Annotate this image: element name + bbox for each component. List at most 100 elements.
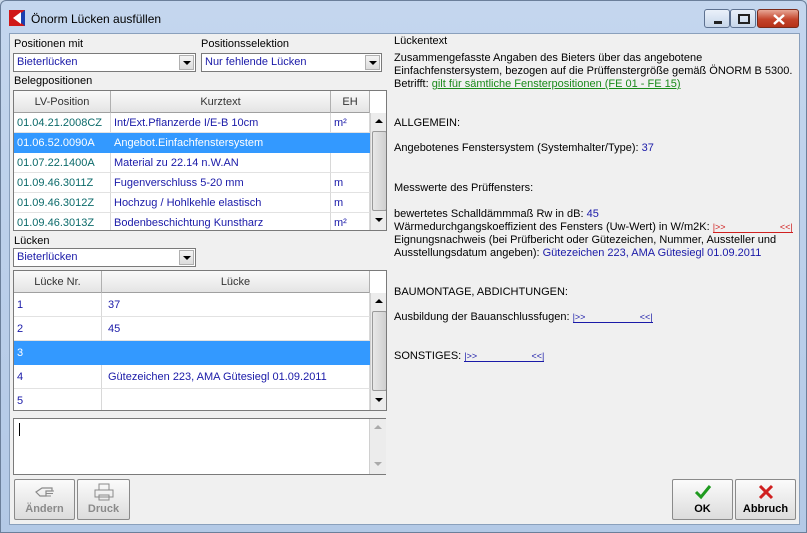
- schall-line: bewertetes Schalldämmmaß Rw in dB: 45: [394, 208, 599, 220]
- aendern-label: Ändern: [25, 503, 64, 515]
- uw-line: Wärmedurchgangskoeffizient des Fensters …: [394, 221, 793, 233]
- positionen-mit-select[interactable]: Bieterlücken: [13, 53, 196, 72]
- scroll-down-icon[interactable]: [371, 457, 386, 472]
- sonstiges-label: SONSTIGES:: [394, 350, 462, 362]
- uw-gap-field[interactable]: |>> <<|: [712, 222, 793, 233]
- lueckentext-heading: Lückentext: [394, 35, 448, 47]
- ok-label: OK: [694, 503, 711, 515]
- cell-luecke-nr: 5: [14, 389, 102, 410]
- maximize-button[interactable]: [730, 9, 756, 28]
- chevron-down-icon[interactable]: [179, 55, 194, 70]
- scroll-thumb[interactable]: [372, 131, 386, 211]
- cell-kurztext: Fugenverschluss 5-20 mm: [111, 173, 331, 193]
- sonstiges-gap-field[interactable]: |>> <<|: [464, 351, 545, 362]
- bauanschluss-line: Ausbildung der Bauanschlussfugen: |>> <<…: [394, 311, 653, 323]
- druck-button[interactable]: Druck: [77, 479, 130, 520]
- abbruch-label: Abbruch: [742, 503, 789, 515]
- gaps-table: Lücke Nr. Lücke 1 37 2 45 3 4 Gütezeiche…: [13, 270, 387, 411]
- intro-line-2: Einfachfenstersystem, bezogen auf die Pr…: [394, 65, 793, 77]
- gap-end-marker: <<|: [779, 222, 793, 232]
- gap-start-marker: |>>: [712, 222, 726, 232]
- chevron-down-icon[interactable]: [179, 250, 194, 265]
- cell-lv-position: 01.06.52.0090A: [14, 133, 111, 153]
- positions-table-header: LV-Position Kurztext EH: [14, 91, 370, 113]
- gap-start-marker: |>>: [464, 351, 478, 361]
- printer-icon: [94, 483, 113, 501]
- betrifft-label: Betrifft:: [394, 78, 429, 90]
- cell-luecke-nr: 3: [14, 341, 102, 365]
- fenstersystem-line: Angebotenes Fenstersystem (Systemhalter/…: [394, 142, 654, 154]
- fenstersystem-value[interactable]: 37: [642, 142, 654, 154]
- editor-scrollbar[interactable]: [369, 419, 386, 474]
- cell-luecke-nr: 2: [14, 317, 102, 341]
- cell-luecke-nr: 1: [14, 293, 102, 317]
- cancel-x-icon: [758, 484, 773, 500]
- positionen-mit-label: Positionen mit: [14, 38, 84, 50]
- eignung-line-2: Ausstellungsdatum angeben): Gütezeichen …: [394, 247, 761, 259]
- column-header-kurztext[interactable]: Kurztext: [111, 91, 331, 113]
- gap-end-marker: <<|: [639, 312, 653, 322]
- eignung-label: Ausstellungsdatum angeben):: [394, 247, 540, 259]
- luecken-value: Bieterlücken: [17, 251, 78, 263]
- cell-eh: m²: [331, 213, 370, 230]
- cell-eh: m: [331, 173, 370, 193]
- column-header-luecke[interactable]: Lücke: [102, 271, 370, 293]
- edit-hand-icon: [34, 487, 54, 497]
- chevron-down-icon[interactable]: [365, 55, 380, 70]
- cell-lv-position: 01.07.22.1400A: [14, 153, 111, 173]
- uw-label: Wärmedurchgangskoeffizient des Fensters …: [394, 221, 710, 233]
- cell-kurztext: Hochzug / Hohlkehle elastisch: [111, 193, 331, 213]
- sonstiges-line: SONSTIGES: |>> <<|: [394, 350, 545, 362]
- gap-start-marker: |>>: [572, 312, 586, 322]
- column-header-lv-position[interactable]: LV-Position: [14, 91, 111, 113]
- eignung-line-1: Eignungsnachweis (bei Prüfbericht oder G…: [394, 234, 777, 246]
- luecken-select[interactable]: Bieterlücken: [13, 248, 196, 267]
- cell-luecke: Gütezeichen 223, AMA Gütesiegl 01.09.201…: [102, 365, 370, 389]
- eignung-value[interactable]: Gütezeichen 223, AMA Gütesiegl 01.09.201…: [543, 247, 762, 259]
- minimize-icon: [714, 21, 722, 24]
- dialog-client-area: Positionen mit Bieterlücken Positionssel…: [9, 33, 800, 525]
- scroll-up-icon[interactable]: [371, 420, 386, 435]
- ok-button[interactable]: OK: [672, 479, 733, 520]
- gap-value-editor[interactable]: [13, 418, 386, 475]
- gaps-scrollbar[interactable]: [370, 293, 386, 410]
- positionsselektion-value: Nur fehlende Lücken: [205, 56, 307, 68]
- close-button[interactable]: [757, 9, 799, 28]
- abbruch-button[interactable]: Abbruch: [735, 479, 796, 520]
- schall-value[interactable]: 45: [587, 208, 599, 220]
- cell-lv-position: 01.04.21.2008CZ: [14, 113, 111, 133]
- scroll-up-icon[interactable]: [372, 114, 386, 129]
- intro-line-1: Zusammengefasste Angaben des Bieters übe…: [394, 52, 703, 64]
- scroll-up-icon[interactable]: [372, 294, 386, 309]
- positions-scrollbar[interactable]: [370, 113, 386, 230]
- schall-label: bewertetes Schalldämmmaß Rw in dB:: [394, 208, 584, 220]
- betrifft-link[interactable]: gilt für sämtliche Fensterpositionen (FE…: [432, 78, 681, 90]
- positions-table: LV-Position Kurztext EH 01.04.21.2008CZ …: [13, 90, 387, 231]
- cell-kurztext: Bodenbeschichtung Kunstharz: [111, 213, 331, 230]
- column-header-eh[interactable]: EH: [331, 91, 370, 113]
- title-bar[interactable]: Önorm Lücken ausfüllen: [1, 1, 806, 33]
- cell-eh: m: [331, 193, 370, 213]
- cell-lv-position: 01.09.46.3013Z: [14, 213, 111, 230]
- scroll-down-icon[interactable]: [372, 393, 386, 408]
- aendern-button[interactable]: Ändern: [14, 479, 75, 520]
- scroll-thumb[interactable]: [372, 311, 386, 391]
- cell-eh: [331, 153, 370, 173]
- column-header-luecke-nr[interactable]: Lücke Nr.: [14, 271, 102, 293]
- cell-kurztext: Int/Ext.Pflanzerde I/E-B 10cm: [111, 113, 331, 133]
- bauanschluss-gap-field[interactable]: |>> <<|: [572, 312, 653, 323]
- minimize-button[interactable]: [704, 9, 730, 28]
- cell-kurztext: Angebot.Einfachfenstersystem: [111, 133, 331, 153]
- scroll-down-icon[interactable]: [372, 213, 386, 228]
- cell-luecke: [102, 389, 370, 410]
- gap-end-marker: <<|: [531, 351, 545, 361]
- bauanschluss-label: Ausbildung der Bauanschlussfugen:: [394, 311, 570, 323]
- section-baumontage: BAUMONTAGE, ABDICHTUNGEN:: [394, 286, 568, 298]
- druck-label: Druck: [87, 503, 120, 515]
- positionsselektion-select[interactable]: Nur fehlende Lücken: [201, 53, 382, 72]
- cell-luecke-nr: 4: [14, 365, 102, 389]
- gaps-table-header: Lücke Nr. Lücke: [14, 271, 370, 293]
- belegpositionen-label: Belegpositionen: [14, 75, 93, 87]
- cell-kurztext: Material zu 22.14 n.W.AN: [111, 153, 331, 173]
- betrifft-line: Betrifft: gilt für sämtliche Fensterposi…: [394, 78, 681, 90]
